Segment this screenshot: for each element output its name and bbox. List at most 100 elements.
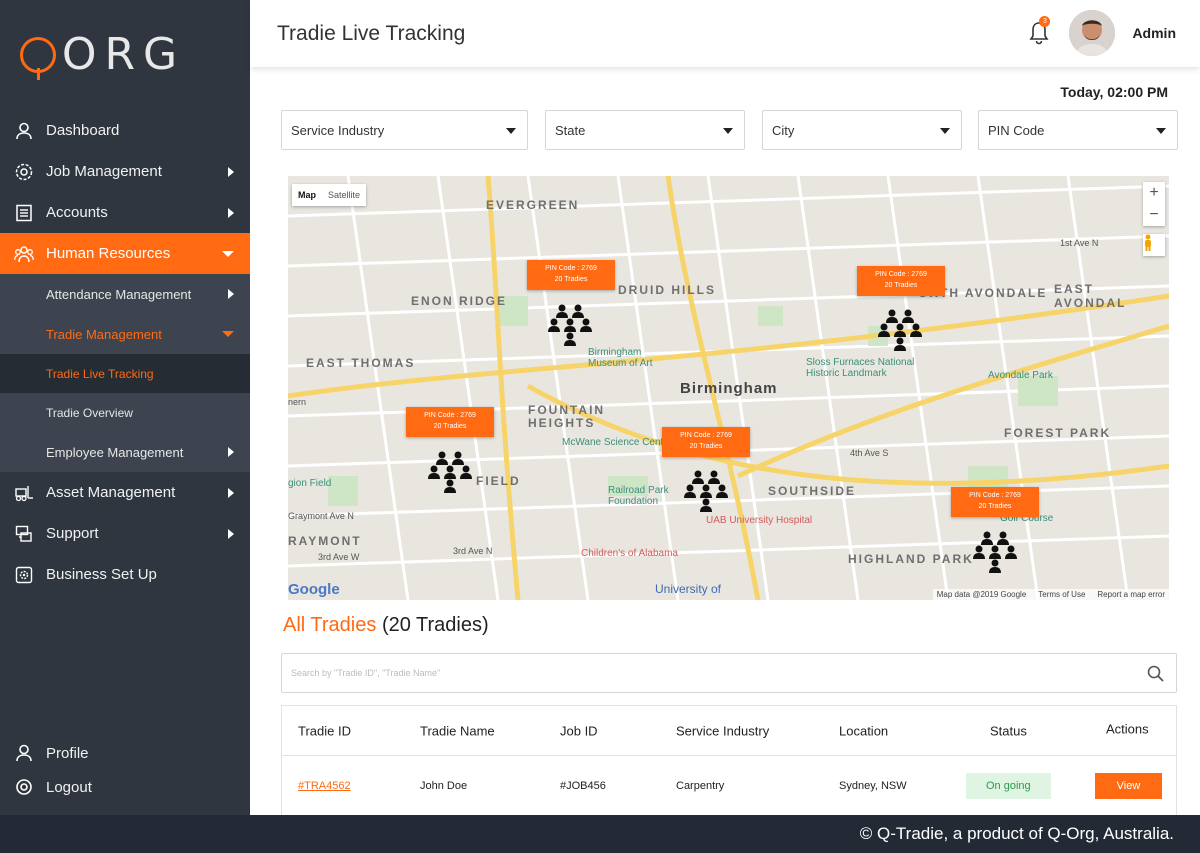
tradie-cluster-icon[interactable] (878, 307, 922, 351)
map-poi: Railroad Park Foundation (608, 485, 669, 507)
tradie-cluster-icon[interactable] (684, 468, 728, 512)
brand-logo[interactable]: ORG (0, 0, 250, 110)
team-icon (14, 244, 34, 264)
pin-tradies-count: 20 Tradies (689, 442, 723, 450)
pin-code-marker[interactable]: PIN Code : 2769 20 Tradies (951, 487, 1039, 517)
sidebar-item-support[interactable]: Support (0, 513, 250, 554)
tradie-id-link[interactable]: #TRA4562 (298, 780, 351, 792)
pin-code-marker[interactable]: PIN Code : 2769 20 Tradies (406, 407, 494, 437)
sidebar-item-label: Support (46, 525, 99, 542)
map-label: EAST AVONDAL (1054, 282, 1127, 310)
sidebar-subitem-tradie-live-tracking[interactable]: Tradie Live Tracking (0, 354, 250, 393)
sidebar-item-logout[interactable]: Logout (0, 770, 250, 804)
map-street: 1st Ave N (1060, 238, 1099, 248)
map-street: 4th Ave S (850, 448, 889, 458)
sidebar-subitem-label: Tradie Live Tracking (46, 366, 154, 381)
sidebar-item-label: Accounts (46, 204, 108, 221)
sidebar-item-job-management[interactable]: Job Management (0, 151, 250, 192)
chevron-right-icon (228, 166, 234, 177)
pin-code-text: PIN Code : 2769 (545, 265, 597, 272)
sidebar-subitem-tradie-management[interactable]: Tradie Management (0, 314, 250, 354)
map-label: FOREST PARK (1004, 426, 1112, 440)
settings-board-icon (14, 565, 34, 585)
map-street: 3rd Ave N (453, 546, 493, 556)
sidebar-item-accounts[interactable]: Accounts (0, 192, 250, 233)
zoom-in-button[interactable]: + (1143, 182, 1165, 204)
select-value: State (555, 122, 586, 138)
sidebar-nav: Dashboard Job Management Accounts Human … (0, 110, 250, 595)
tradie-cluster-icon[interactable] (548, 302, 592, 346)
sidebar-subitem-tradie-overview[interactable]: Tradie Overview (0, 393, 250, 432)
pin-tradies-count: 20 Tradies (978, 502, 1012, 510)
top-header: Tradie Live Tracking 3 Admin (250, 0, 1200, 67)
tradies-heading-count: (20 Tradies) (381, 614, 489, 636)
user-icon (14, 121, 34, 141)
chevron-right-icon (228, 447, 234, 457)
terms-link[interactable]: Terms of Use (1038, 590, 1085, 599)
caret-down-icon (506, 128, 516, 134)
notification-button[interactable]: 3 (1027, 16, 1051, 46)
tradie-cluster-icon[interactable] (428, 449, 472, 493)
sidebar-subitem-label: Attendance Management (46, 286, 192, 302)
column-header-tradie-name: Tradie Name (420, 723, 495, 738)
avatar[interactable] (1069, 10, 1116, 56)
user-icon (14, 743, 34, 763)
sidebar-item-human-resources[interactable]: Human Resources (0, 233, 250, 274)
sidebar-bottom-nav: Profile Logout (0, 736, 250, 804)
avatar-image (1069, 10, 1116, 56)
map-data-credit: Map data @2019 Google (936, 590, 1027, 599)
pin-code-marker[interactable]: PIN Code : 2769 20 Tradies (527, 260, 615, 290)
map-label: DRUID HILLS (618, 283, 716, 297)
zoom-out-button[interactable]: − (1143, 204, 1165, 226)
search-icon[interactable] (1147, 665, 1164, 687)
pin-code-text: PIN Code : 2769 (969, 492, 1021, 499)
sidebar: ORG Dashboard Job Management Accounts Hu… (0, 0, 250, 815)
sidebar-item-asset-management[interactable]: Asset Management (0, 472, 250, 513)
sidebar-subitem-employee-management[interactable]: Employee Management (0, 432, 250, 472)
sidebar-item-business-set-up[interactable]: Business Set Up (0, 554, 250, 595)
city-select[interactable]: City (762, 110, 962, 150)
street-view-button[interactable] (1143, 234, 1165, 256)
tradie-cluster-icon[interactable] (973, 529, 1017, 573)
table-row: #TRA4562 John Doe #JOB456 Carpentry Sydn… (282, 756, 1176, 816)
chevron-right-icon (228, 207, 234, 218)
tradie-name: John Doe (420, 780, 468, 792)
service-industry-select[interactable]: Service Industry (281, 110, 528, 150)
view-button[interactable]: View (1095, 773, 1162, 799)
column-header-job-id: Job ID (560, 723, 598, 738)
state-select[interactable]: State (545, 110, 745, 150)
report-error-link[interactable]: Report a map error (1097, 590, 1165, 599)
tradie-search-input[interactable] (282, 654, 1102, 692)
sidebar-item-dashboard[interactable]: Dashboard (0, 110, 250, 151)
sidebar-item-label: Profile (46, 744, 89, 762)
sidebar-subitem-attendance-management[interactable]: Attendance Management (0, 274, 250, 314)
zoom-controls: + − (1143, 182, 1165, 226)
sidebar-item-label: Business Set Up (46, 566, 157, 583)
map-poi: UAB University Hospital (706, 515, 813, 526)
pin-code-select[interactable]: PIN Code (978, 110, 1178, 150)
map-label: ENON RIDGE (411, 294, 508, 308)
pin-code-marker[interactable]: PIN Code : 2769 20 Tradies (857, 266, 945, 296)
table-header: Tradie ID Tradie Name Job ID Service Ind… (282, 706, 1176, 756)
live-tracking-map[interactable]: Map Satellite + − EVERGREEN ENON RIDGE D… (288, 176, 1169, 600)
column-header-actions: Actions (1106, 721, 1149, 737)
map-poi: Birmingham Museum of Art (588, 347, 653, 369)
column-header-status: Status (990, 723, 1027, 738)
map-type-satellite[interactable]: Satellite (322, 190, 366, 200)
pin-code-marker[interactable]: PIN Code : 2769 20 Tradies (662, 427, 750, 457)
sidebar-item-label: Dashboard (46, 122, 120, 139)
map-type-toggle: Map Satellite (292, 184, 367, 206)
map-street: nern (288, 397, 307, 407)
ledger-icon (14, 203, 34, 223)
tradies-heading-label: All Tradies (283, 614, 377, 636)
caret-down-icon (723, 128, 733, 134)
sidebar-item-profile[interactable]: Profile (0, 736, 250, 770)
google-logo: Google (288, 581, 340, 598)
pin-tradies-count: 20 Tradies (433, 422, 467, 430)
sidebar-item-label: Human Resources (46, 245, 171, 262)
map-poi: Sloss Furnaces National Historic Landmar… (806, 357, 915, 379)
user-name[interactable]: Admin (1132, 25, 1176, 41)
pegman-icon (1145, 234, 1151, 251)
map-label: Birmingham (680, 380, 778, 397)
map-type-map[interactable]: Map (292, 190, 322, 200)
